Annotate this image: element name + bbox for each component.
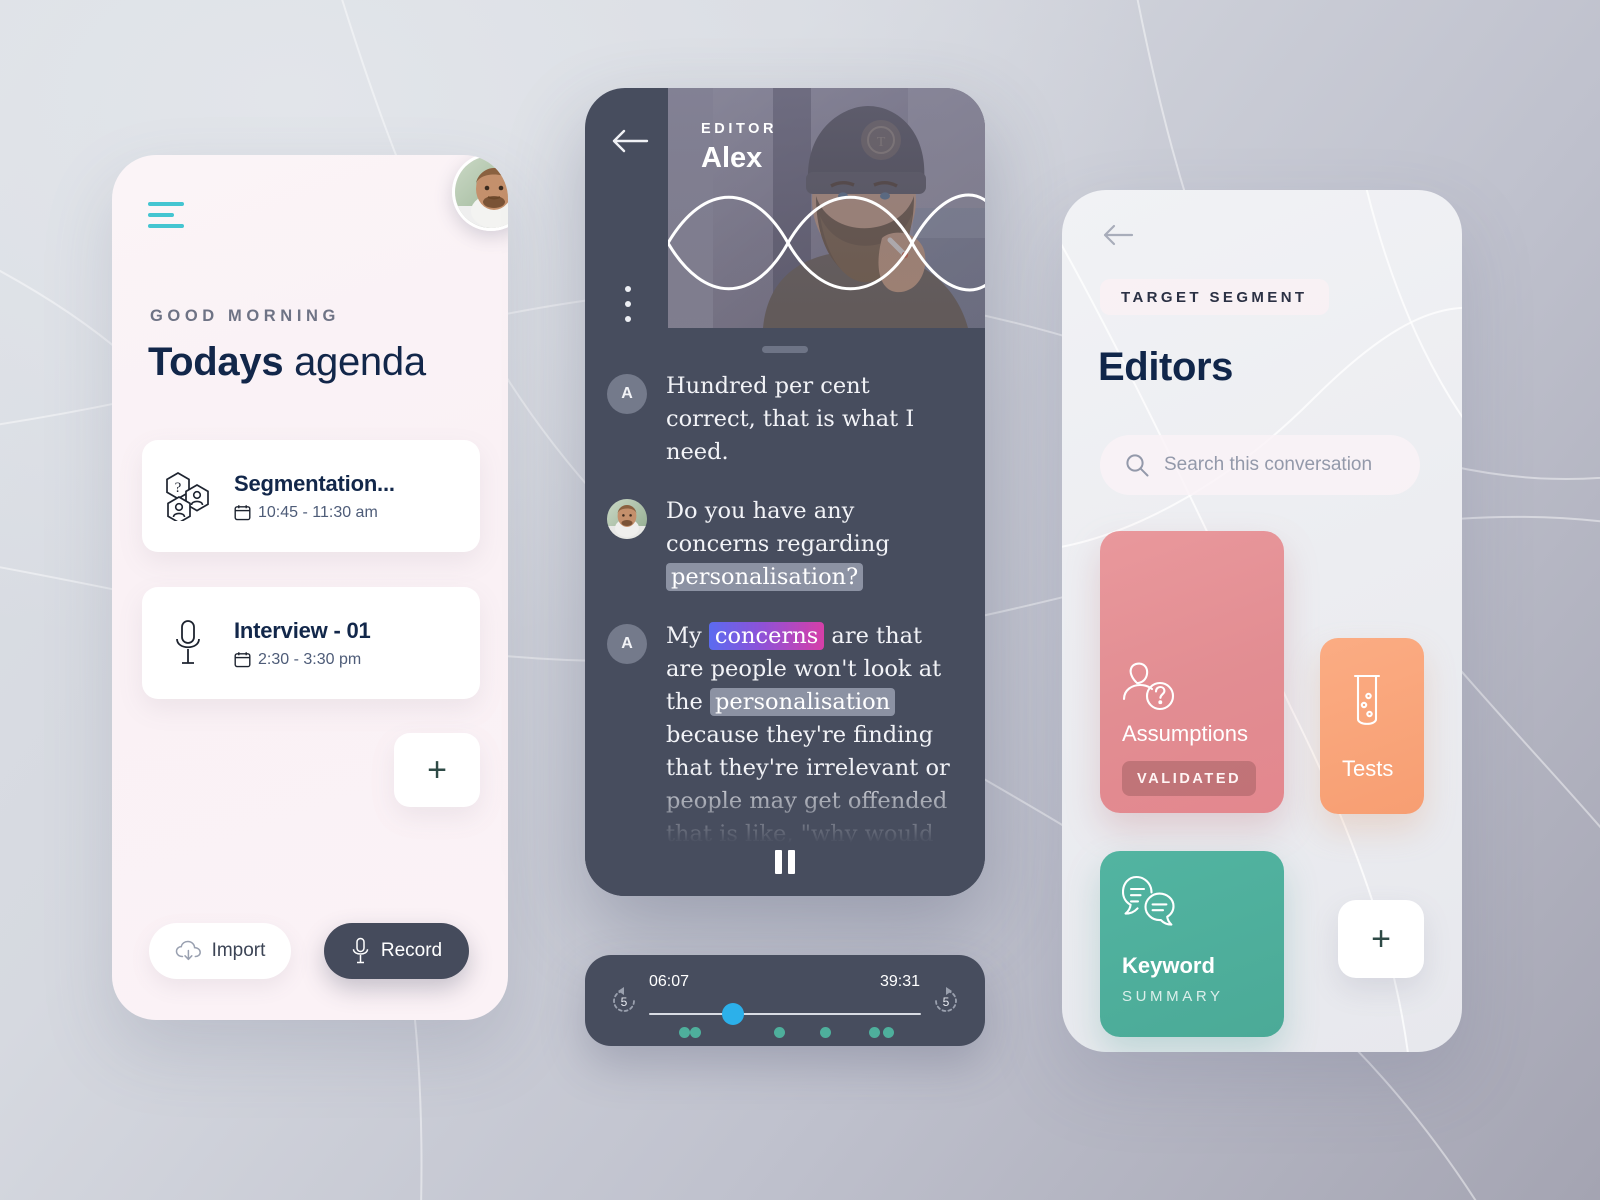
- editors-screen: TARGET SEGMENT Editors Search this conve…: [1062, 190, 1462, 1052]
- status-badge-label: VALIDATED: [1137, 770, 1242, 787]
- page-title: Editors: [1098, 345, 1233, 389]
- calendar-icon: [234, 652, 251, 668]
- more-vertical-icon[interactable]: [625, 286, 631, 331]
- chapter-marker[interactable]: [678, 1027, 690, 1038]
- segmentation-hexagons-icon: ?: [142, 471, 234, 521]
- chapter-marker[interactable]: [689, 1027, 701, 1038]
- message-text: Do you have any concerns regarding perso…: [666, 495, 961, 594]
- page-title-rest: agenda: [283, 340, 426, 384]
- greeting-label: GOOD MORNING: [150, 307, 340, 325]
- svg-text:?: ?: [175, 480, 182, 496]
- record-button-label: Record: [380, 940, 443, 961]
- progress-thumb[interactable]: [722, 1003, 745, 1025]
- message-segment: Do you have any concerns regarding: [666, 498, 890, 557]
- microphone-icon: [142, 619, 234, 667]
- status-badge: VALIDATED: [1122, 761, 1257, 796]
- transcript-message: A Hundred per cent correct, that is what…: [585, 370, 985, 469]
- keyword-highlight[interactable]: personalisation: [710, 688, 896, 716]
- agenda-card-subtitle: 10:45 - 11:30 am: [234, 504, 480, 522]
- keyword-highlight[interactable]: personalisation?: [666, 563, 864, 591]
- hamburger-menu-icon[interactable]: [148, 202, 184, 235]
- target-segment-chip[interactable]: TARGET SEGMENT: [1100, 279, 1329, 315]
- transcript-message: Do you have any concerns regarding perso…: [585, 495, 985, 594]
- import-button[interactable]: Import: [149, 923, 291, 979]
- message-text: My concerns are that are people won't lo…: [666, 620, 961, 896]
- import-button-label: Import: [211, 940, 266, 961]
- avatar-image: [607, 499, 647, 539]
- card-label: Keyword: [1122, 953, 1215, 978]
- card-tests[interactable]: Tests: [1320, 638, 1424, 814]
- message-text: Hundred per cent correct, that is what I…: [666, 370, 961, 469]
- total-time: 39:31: [879, 973, 920, 990]
- speaker-hero-image: T EDITOR: [668, 88, 985, 328]
- add-agenda-label: +: [427, 751, 447, 789]
- drag-handle[interactable]: [762, 346, 808, 353]
- target-segment-label: TARGET SEGMENT: [1121, 288, 1308, 306]
- audio-player: 5 06:07 39:31 5: [585, 955, 985, 1046]
- avatar[interactable]: [452, 155, 508, 231]
- card-label: Tests: [1342, 756, 1394, 781]
- search-icon: [1126, 454, 1149, 477]
- chapter-markers[interactable]: [649, 1027, 921, 1039]
- speaker-role-label: EDITOR: [701, 121, 778, 137]
- cloud-download-icon: [175, 940, 201, 961]
- back-button[interactable]: [1102, 224, 1134, 251]
- agenda-card-subtitle: 2:30 - 3:30 pm: [234, 651, 480, 669]
- svg-text:5: 5: [943, 995, 950, 1009]
- agenda-card-time: 2:30 - 3:30 pm: [258, 650, 362, 668]
- page-title: Todays agenda: [148, 340, 426, 385]
- chapter-marker[interactable]: [869, 1027, 881, 1038]
- card-keyword-summary[interactable]: Keyword SUMMARY: [1100, 851, 1284, 1037]
- record-button[interactable]: Record: [324, 923, 469, 979]
- agenda-screen: GOOD MORNING Todays agenda ? Segmentatio…: [112, 155, 508, 1020]
- search-input[interactable]: Search this conversation: [1100, 435, 1420, 495]
- chat-bubbles-icon: [1121, 875, 1180, 936]
- current-time: 06:07: [649, 973, 690, 990]
- card-label: Assumptions: [1122, 721, 1248, 746]
- calendar-icon: [234, 505, 251, 521]
- rewind-5-button[interactable]: 5: [608, 985, 640, 1017]
- chapter-marker[interactable]: [820, 1027, 832, 1038]
- arrow-left-icon: [612, 129, 649, 153]
- forward-5-button[interactable]: 5: [930, 985, 962, 1017]
- card-assumptions[interactable]: Assumptions VALIDATED: [1100, 531, 1284, 813]
- chapter-marker[interactable]: [774, 1027, 786, 1038]
- person-question-icon: [1122, 659, 1180, 718]
- message-segment: because they're finding that they're irr…: [666, 722, 950, 896]
- message-segment: Hundred per cent correct, that is what I…: [666, 373, 915, 465]
- agenda-card-title: Segmentation...: [234, 470, 395, 496]
- keyword-highlight-active[interactable]: concerns: [708, 622, 825, 650]
- add-card-button[interactable]: +: [1338, 900, 1424, 978]
- transcript-screen: T EDITOR: [585, 88, 985, 896]
- speaker-name: Alex: [701, 142, 763, 174]
- avatar-image: [455, 156, 508, 228]
- agenda-card-segmentation[interactable]: ? Segmentation... 10:45 - 11:30 am: [142, 440, 480, 552]
- card-sublabel: SUMMARY: [1122, 988, 1224, 1005]
- arrow-left-icon: [1103, 224, 1134, 246]
- add-card-label: +: [1371, 920, 1391, 958]
- rewind-5-icon: 5: [613, 987, 635, 1012]
- page-title-bold: Todays: [148, 340, 284, 384]
- add-agenda-button[interactable]: +: [394, 733, 480, 807]
- agenda-card-time: 10:45 - 11:30 am: [258, 503, 378, 521]
- svg-text:5: 5: [621, 995, 628, 1009]
- search-placeholder: Search this conversation: [1164, 454, 1373, 475]
- avatar: [607, 499, 647, 539]
- progress-track[interactable]: [649, 1003, 921, 1025]
- pause-button[interactable]: [775, 850, 795, 874]
- avatar: A: [607, 374, 647, 414]
- canvas: GOOD MORNING Todays agenda ? Segmentatio…: [0, 0, 1600, 1200]
- back-button[interactable]: [611, 128, 649, 159]
- microphone-icon: [352, 937, 369, 964]
- forward-5-icon: 5: [935, 987, 957, 1012]
- agenda-card-interview[interactable]: Interview - 01 2:30 - 3:30 pm: [142, 587, 480, 699]
- message-segment: My: [666, 623, 709, 649]
- test-tube-icon: [1346, 672, 1388, 739]
- avatar: A: [607, 624, 647, 664]
- agenda-card-title: Interview - 01: [234, 617, 371, 643]
- chapter-marker[interactable]: [882, 1027, 894, 1038]
- transcript-feed[interactable]: A Hundred per cent correct, that is what…: [585, 370, 985, 896]
